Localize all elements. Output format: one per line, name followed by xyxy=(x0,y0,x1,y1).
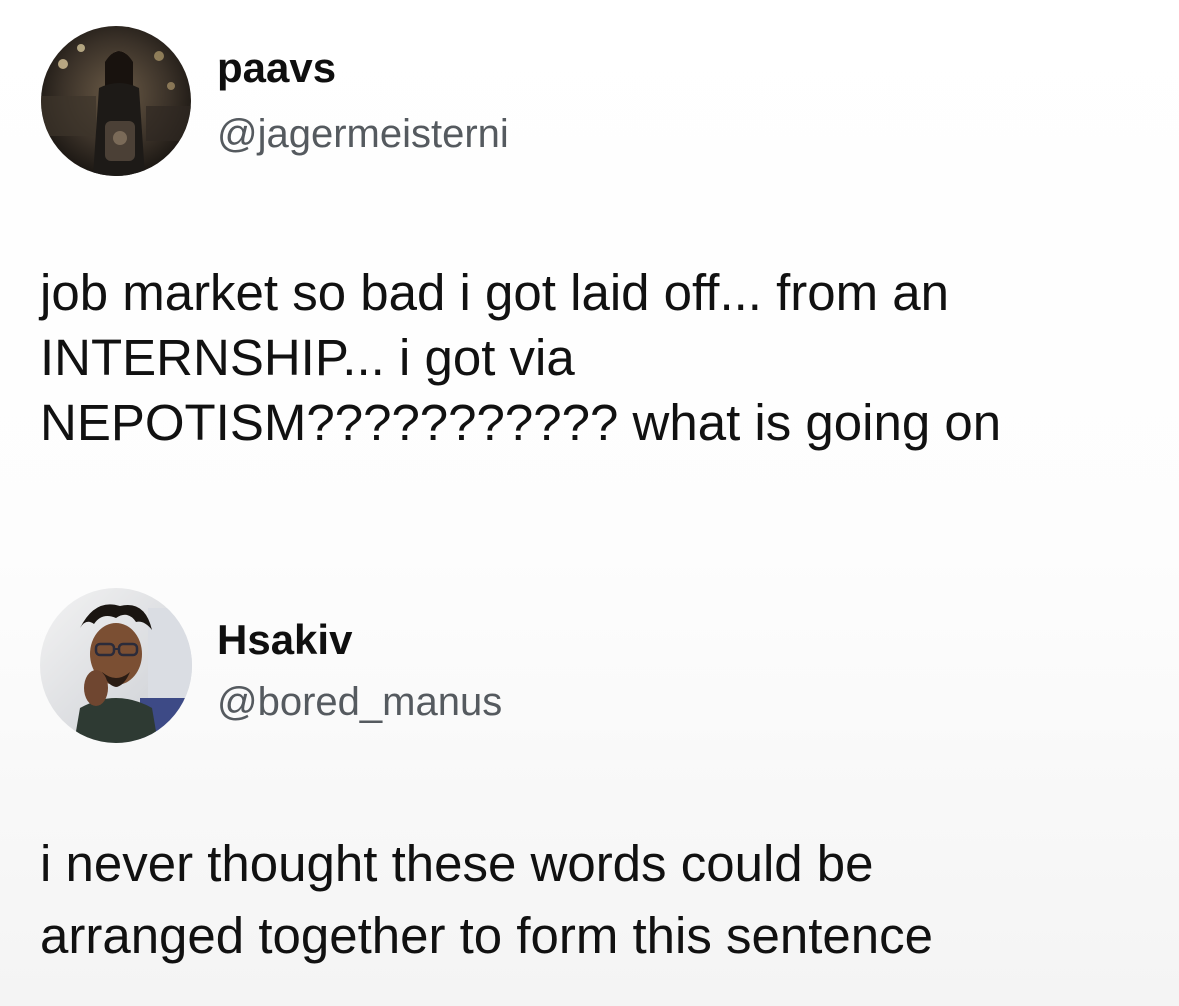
post-text: i never thought these words could be arr… xyxy=(40,828,1150,972)
profile-photo-icon xyxy=(41,26,191,176)
post-card: paavs @jagermeisterni job market so bad … xyxy=(0,0,1179,500)
feed-screenshot: paavs @jagermeisterni job market so bad … xyxy=(0,0,1179,1006)
display-name[interactable]: paavs xyxy=(217,44,336,92)
profile-photo-icon xyxy=(40,588,192,743)
avatar[interactable] xyxy=(40,588,192,743)
post-card: Hsakiv @bored_manus i never thought thes… xyxy=(0,560,1179,1006)
display-name[interactable]: Hsakiv xyxy=(217,616,352,664)
post-text-line: arranged together to form this sentence xyxy=(40,907,934,964)
post-text-line: i never thought these words could be xyxy=(40,835,874,892)
post-text-line: NEPOTISM??????????? what is going on xyxy=(40,394,1002,451)
post-text-line: INTERNSHIP... i got via xyxy=(40,329,575,386)
post-text-line: job market so bad i got laid off... from… xyxy=(40,264,950,321)
avatar[interactable] xyxy=(41,26,191,176)
post-text: job market so bad i got laid off... from… xyxy=(40,260,1150,455)
user-handle[interactable]: @jagermeisterni xyxy=(217,110,509,158)
user-handle[interactable]: @bored_manus xyxy=(217,678,502,726)
